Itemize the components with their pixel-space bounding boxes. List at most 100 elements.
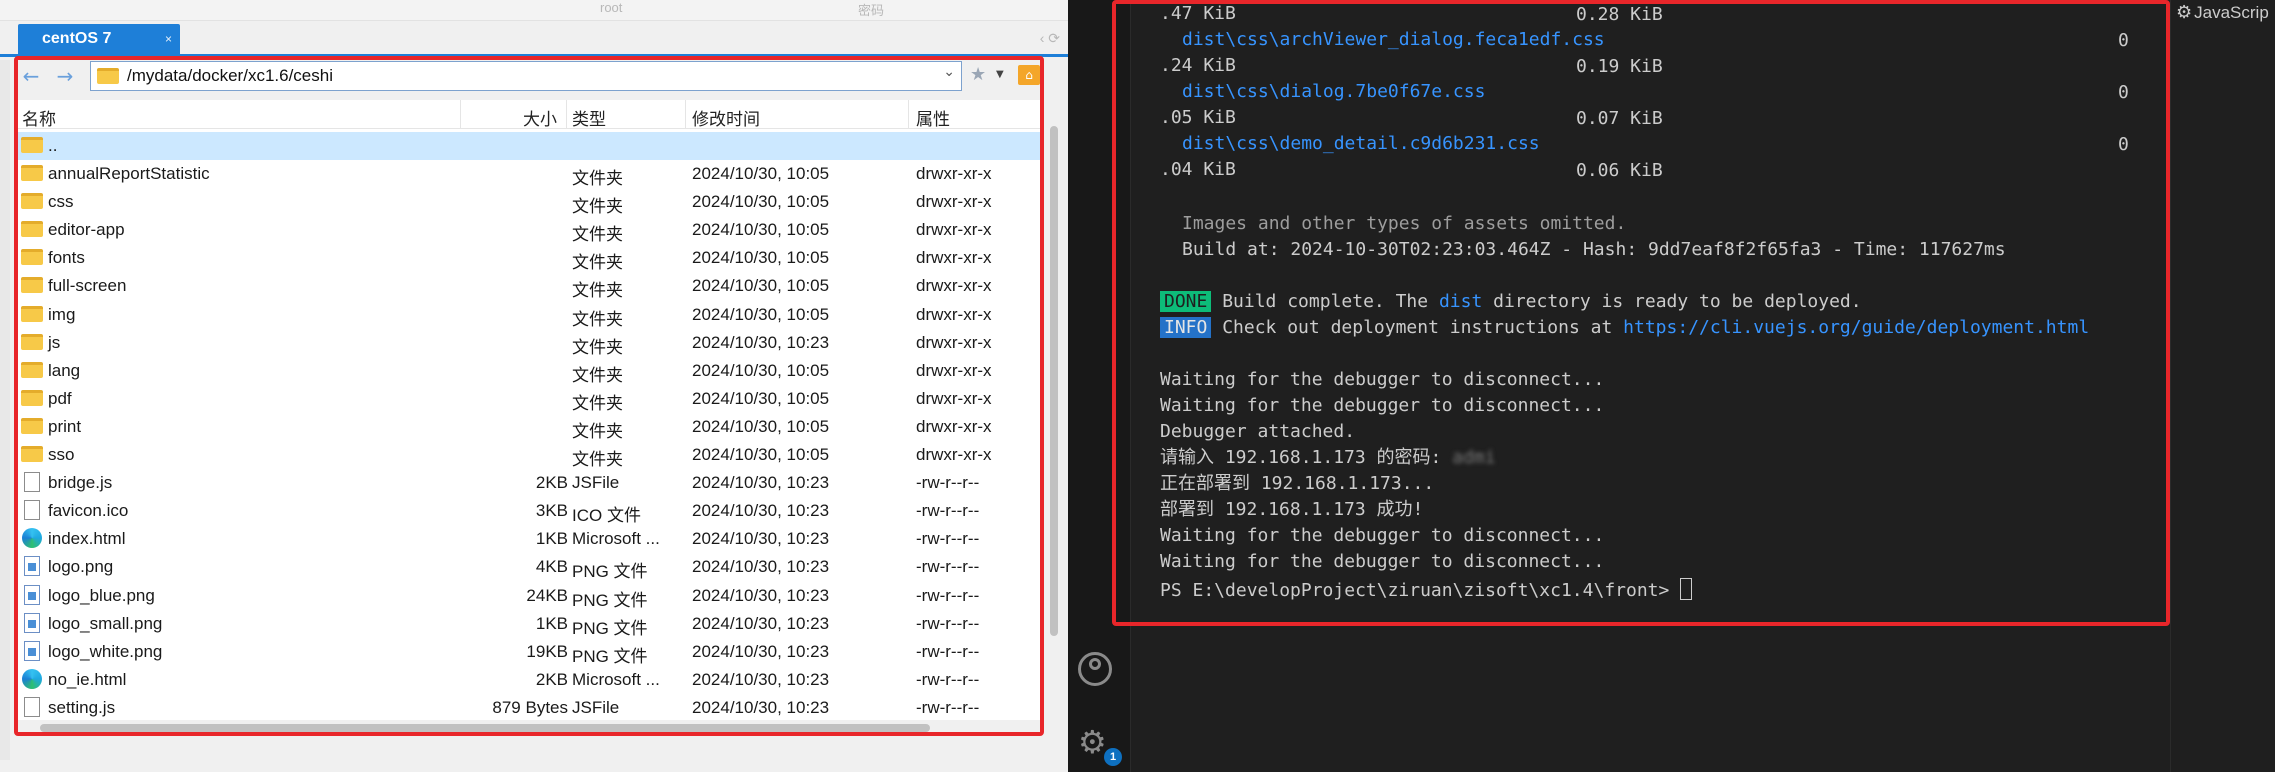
- cell-attr: drwxr-xr-x: [916, 360, 992, 380]
- column-header-mtime[interactable]: 修改时间: [692, 105, 760, 130]
- table-row[interactable]: lang 文件夹 2024/10/30, 10:05 drwxr-xr-x: [18, 357, 1043, 385]
- cell-type: 文件夹: [572, 197, 623, 217]
- cell-attr: drwxr-xr-x: [916, 164, 992, 184]
- cell-attr: -rw-r--r--: [916, 697, 980, 717]
- table-row[interactable]: js 文件夹 2024/10/30, 10:23 drwxr-xr-x: [18, 329, 1043, 357]
- table-row[interactable]: favicon.ico 3KB ICO 文件 2024/10/30, 10:23 -rw…: [18, 497, 1043, 525]
- folder-icon: [21, 361, 43, 378]
- table-row[interactable]: ..: [18, 132, 1043, 161]
- path-input[interactable]: /mydata/docker/xc1.6/ceshi ⌄: [90, 61, 962, 91]
- cell-size: 24KB: [526, 585, 568, 605]
- cell-type: 文件夹: [572, 421, 623, 441]
- table-row[interactable]: pdf 文件夹 2024/10/30, 10:05 drwxr-xr-x: [18, 385, 1043, 413]
- cell-mtime: 2024/10/30, 10:23: [692, 332, 830, 352]
- column-header-name[interactable]: 名称: [22, 105, 56, 130]
- chevron-down-icon[interactable]: ⌄: [943, 64, 955, 80]
- file-list: ^ 名称 大小 类型 修改时间 属性 .. annualReportStatist…: [18, 100, 1043, 720]
- table-row[interactable]: logo_small.png 1KB PNG 文件 2024/10/30, 10:23…: [18, 610, 1043, 638]
- cell-name: annualReportStatistic: [48, 164, 210, 184]
- log-line: Waiting for the debugger to disconnect..…: [1160, 396, 1604, 416]
- forward-arrow-icon[interactable]: →: [52, 64, 78, 88]
- cell-name: logo_blue.png: [48, 585, 155, 605]
- cell-name: bridge.js: [48, 473, 113, 493]
- folder-icon: [97, 68, 119, 84]
- cell-type: PNG 文件: [572, 590, 648, 610]
- deployment-link[interactable]: https://cli.vuejs.org/guide/deployment.h…: [1623, 317, 2089, 338]
- cell-name: editor-app: [48, 220, 125, 240]
- table-row[interactable]: fonts 文件夹 2024/10/30, 10:05 drwxr-xr-x: [18, 244, 1043, 272]
- cell-attr: -rw-r--r--: [916, 613, 980, 633]
- table-row[interactable]: index.html 1KB Microsoft ... 2024/10/30, 10…: [18, 525, 1043, 553]
- cell-mtime: 2024/10/30, 10:05: [692, 164, 830, 184]
- account-icon[interactable]: [1078, 652, 1112, 686]
- image-icon: [24, 584, 40, 605]
- cell-name: js: [48, 332, 61, 352]
- cell-type: 文件夹: [572, 309, 623, 329]
- back-arrow-icon[interactable]: ←: [18, 64, 44, 88]
- log-line-text: 请输入 192.168.1.173 的密码:: [1160, 447, 1453, 468]
- table-row[interactable]: setting.js 879 Bytes JSFile 2024/10/30, 10:…: [18, 694, 1043, 720]
- cell-name: print: [48, 416, 82, 436]
- cell-type: 文件夹: [572, 225, 623, 245]
- address-bar: ← → /mydata/docker/xc1.6/ceshi ⌄ ★ ▼ ⌂: [18, 60, 1063, 92]
- cell-name: setting.js: [48, 697, 116, 717]
- assets-omitted-line: Images and other types of assets omitted…: [1182, 213, 1627, 234]
- side-panel: [2170, 0, 2275, 772]
- tab-close-icon[interactable]: ×: [165, 32, 172, 46]
- folder-icon: [21, 417, 43, 434]
- caret-down-icon[interactable]: ▼: [996, 69, 1004, 80]
- table-row[interactable]: sso 文件夹 2024/10/30, 10:05 drwxr-xr-x: [18, 441, 1043, 469]
- cell-size: 3KB: [535, 501, 568, 521]
- table-row[interactable]: logo_white.png 19KB PNG 文件 2024/10/30, 10:2…: [18, 638, 1043, 666]
- cell-name: sso: [48, 445, 75, 465]
- asset-file-path[interactable]: dist\css\archViewer_dialog.feca1edf.css: [1182, 30, 1605, 50]
- table-row[interactable]: logo.png 4KB PNG 文件 2024/10/30, 10:23 -rw-r-…: [18, 553, 1043, 581]
- table-row[interactable]: logo_blue.png 24KB PNG 文件 2024/10/30, 10:23…: [18, 582, 1043, 610]
- edge-icon: [22, 668, 42, 689]
- file-manager: root 密码 centOS 7 × ‹ ⟳ ← → /mydata/docke…: [0, 0, 1068, 772]
- cell-size: 4KB: [535, 557, 568, 577]
- session-tab[interactable]: centOS 7 ×: [18, 24, 180, 54]
- ghost-user-label: root: [600, 0, 623, 15]
- table-row[interactable]: print 文件夹 2024/10/30, 10:05 drwxr-xr-x: [18, 413, 1043, 441]
- home-folder-icon[interactable]: ⌂: [1018, 65, 1040, 85]
- asset-file-path[interactable]: dist\css\demo_detail.c9d6b231.css: [1182, 134, 1540, 154]
- masked-password: admi: [1452, 447, 1496, 468]
- cell-mtime: 2024/10/30, 10:23: [692, 501, 830, 521]
- column-header-size[interactable]: 大小: [523, 105, 557, 130]
- vertical-scrollbar[interactable]: [1048, 122, 1060, 722]
- table-row[interactable]: img 文件夹 2024/10/30, 10:05 drwxr-xr-x: [18, 301, 1043, 329]
- cell-type: PNG 文件: [572, 562, 648, 582]
- asset-gzip-size: 0.07 KiB: [1576, 108, 1663, 129]
- cell-name: logo_small.png: [48, 613, 163, 633]
- cell-type: PNG 文件: [572, 646, 648, 666]
- cell-type: 文件夹: [572, 281, 623, 301]
- tab-scroll-arrows-icon[interactable]: ‹ ⟳: [1040, 30, 1060, 47]
- gear-icon[interactable]: ⚙: [1078, 726, 1107, 758]
- log-line: 正在部署到 192.168.1.173...: [1160, 474, 1434, 494]
- table-row[interactable]: bridge.js 2KB JSFile 2024/10/30, 10:23 -rw-r…: [18, 469, 1043, 497]
- star-icon[interactable]: ★: [970, 64, 986, 85]
- cell-attr: drwxr-xr-x: [916, 304, 992, 324]
- table-row[interactable]: no_ie.html 2KB Microsoft ... 2024/10/30, 10…: [18, 666, 1043, 694]
- log-line: Waiting for the debugger to disconnect..…: [1160, 526, 1604, 546]
- table-row[interactable]: annualReportStatistic 文件夹 2024/10/30, 10:0…: [18, 160, 1043, 188]
- table-row[interactable]: full-screen 文件夹 2024/10/30, 10:05 drwxr-xr-…: [18, 272, 1043, 300]
- column-header-attr[interactable]: 属性: [916, 105, 950, 130]
- cell-type: 文件夹: [572, 393, 623, 413]
- cell-mtime: 2024/10/30, 10:23: [692, 529, 830, 549]
- image-icon: [24, 640, 40, 661]
- table-row[interactable]: css 文件夹 2024/10/30, 10:05 drwxr-xr-x: [18, 188, 1043, 216]
- cell-attr: -rw-r--r--: [916, 529, 980, 549]
- prompt-text: PS E:\developProject\ziruan\zisoft\xc1.4…: [1160, 580, 1681, 601]
- prompt-line[interactable]: PS E:\developProject\ziruan\zisoft\xc1.4…: [1160, 578, 1693, 601]
- column-header-type[interactable]: 类型: [572, 105, 606, 130]
- cell-mtime: 2024/10/30, 10:23: [692, 613, 830, 633]
- table-row[interactable]: editor-app 文件夹 2024/10/30, 10:05 drwxr-xr-x: [18, 216, 1043, 244]
- horizontal-scrollbar[interactable]: [18, 722, 1043, 734]
- javascript-debug-button[interactable]: ⚙ JavaScrip: [2176, 2, 2269, 23]
- log-line-text: Waiting for the debugger to disconnect..…: [1160, 525, 1605, 546]
- cell-mtime: 2024/10/30, 10:05: [692, 220, 830, 240]
- session-tab-label: centOS 7: [42, 30, 112, 47]
- asset-file-path[interactable]: dist\css\dialog.7be0f67e.css: [1182, 82, 1485, 102]
